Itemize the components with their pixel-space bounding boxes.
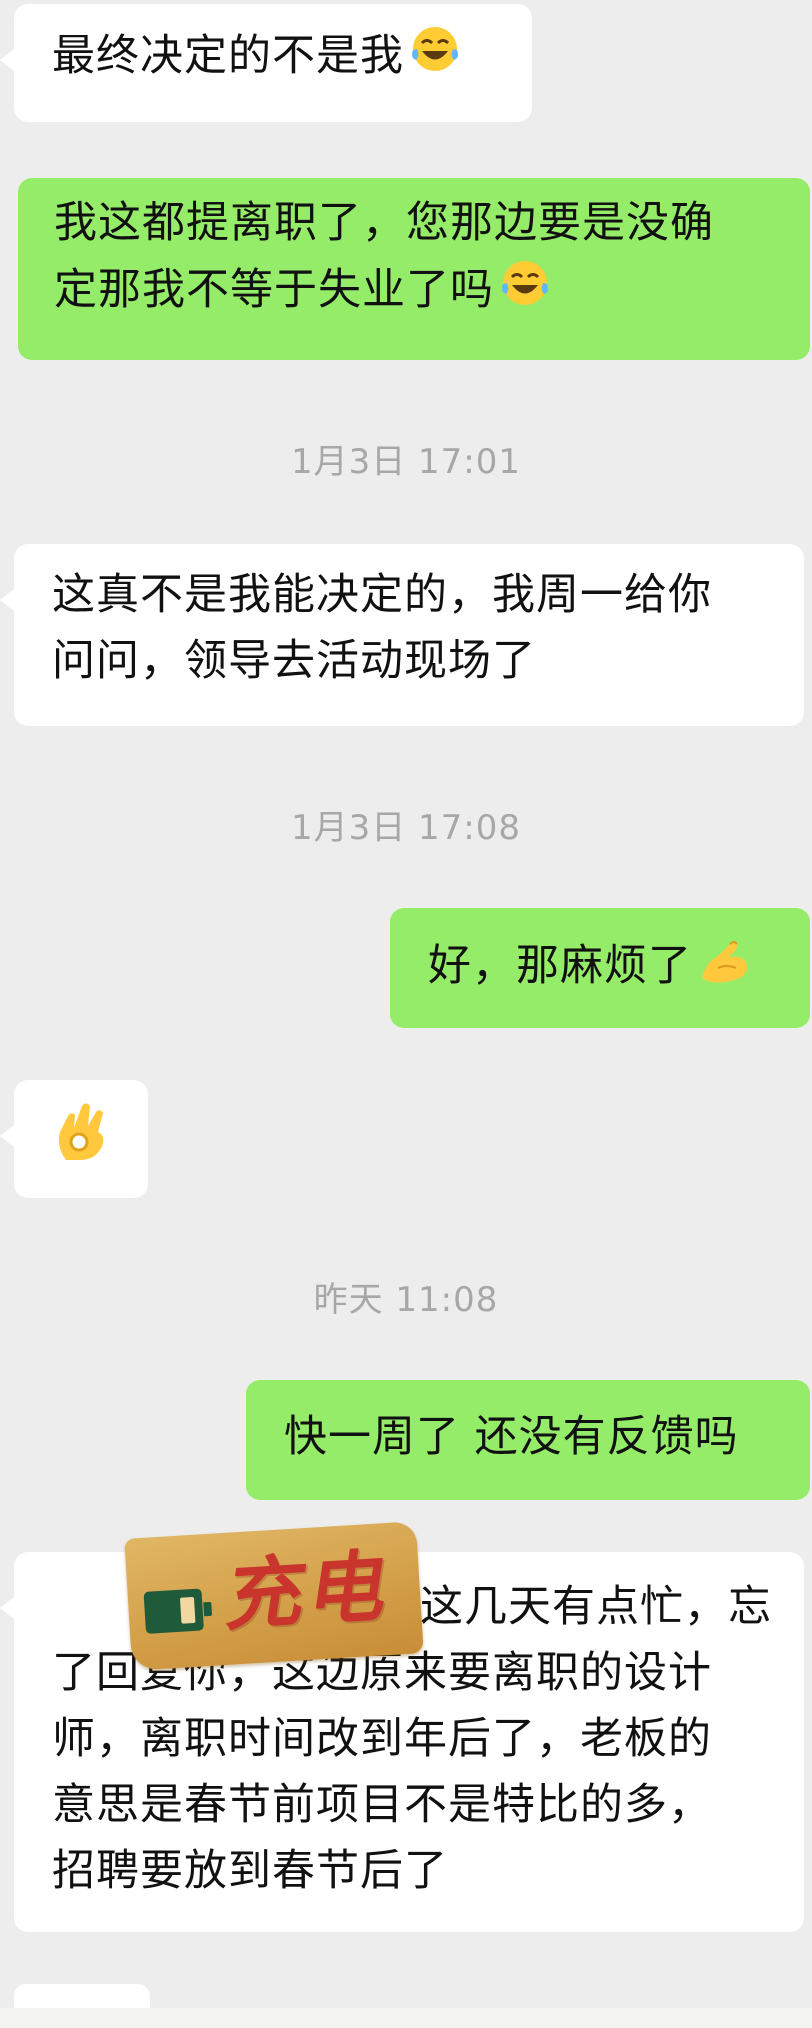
- sent-message-bubble[interactable]: 快一周了 还没有反馈吗: [246, 1380, 810, 1500]
- chat-history[interactable]: 最终决定的不是我 我这都提离职了，您那边要是没确 定那我不等于失业了吗 1月3日…: [0, 0, 812, 2028]
- received-message-bubble[interactable]: 这真不是我能决定的，我周一给你 问问，领导去活动现场了: [0, 544, 804, 726]
- sent-message-bubble[interactable]: 我这都提离职了，您那边要是没确 定那我不等于失业了吗: [18, 178, 810, 360]
- received-message-bubble[interactable]: [0, 1080, 148, 1198]
- message-text-line-2: 问问，领导去活动现场了: [52, 636, 536, 686]
- sent-message-bubble[interactable]: 好，那麻烦了: [390, 908, 810, 1028]
- message-timestamp: 昨天 11:08: [313, 1280, 499, 1320]
- charging-sticker: 充电: [124, 1521, 424, 1671]
- message-text-line-4: 意思是春节前项目不是特比的多，: [52, 1780, 712, 1830]
- message-timestamp: 1月3日 17:08: [290, 808, 522, 848]
- joy-tears-icon: [498, 256, 552, 310]
- message-text-line-3: 师，离职时间改到年后了，老板的: [52, 1714, 712, 1764]
- pinching-hand-icon: [696, 932, 754, 986]
- message-text: 快一周了 还没有反馈吗: [284, 1412, 739, 1462]
- message-text-line-1: 这真不是我能决定的，我周一给你: [52, 570, 712, 620]
- sticker-text: 充电: [221, 1540, 399, 1643]
- received-message-bubble[interactable]: 最终决定的不是我: [0, 4, 532, 122]
- message-text-line-5: 招聘要放到春节后了: [52, 1846, 448, 1896]
- joy-tears-icon: [408, 22, 462, 76]
- ok-hand-icon: [52, 1102, 110, 1162]
- message-text-line-1: 我这都提离职了，您那边要是没确: [54, 198, 714, 248]
- battery-icon: [143, 1588, 204, 1634]
- message-timestamp: 1月3日 17:01: [290, 442, 522, 482]
- message-text: 最终决定的不是我: [52, 31, 404, 81]
- message-text: 好，那麻烦了: [428, 941, 692, 991]
- bottom-edge: [0, 2008, 812, 2028]
- message-text-line-2: 定那我不等于失业了吗: [54, 265, 494, 315]
